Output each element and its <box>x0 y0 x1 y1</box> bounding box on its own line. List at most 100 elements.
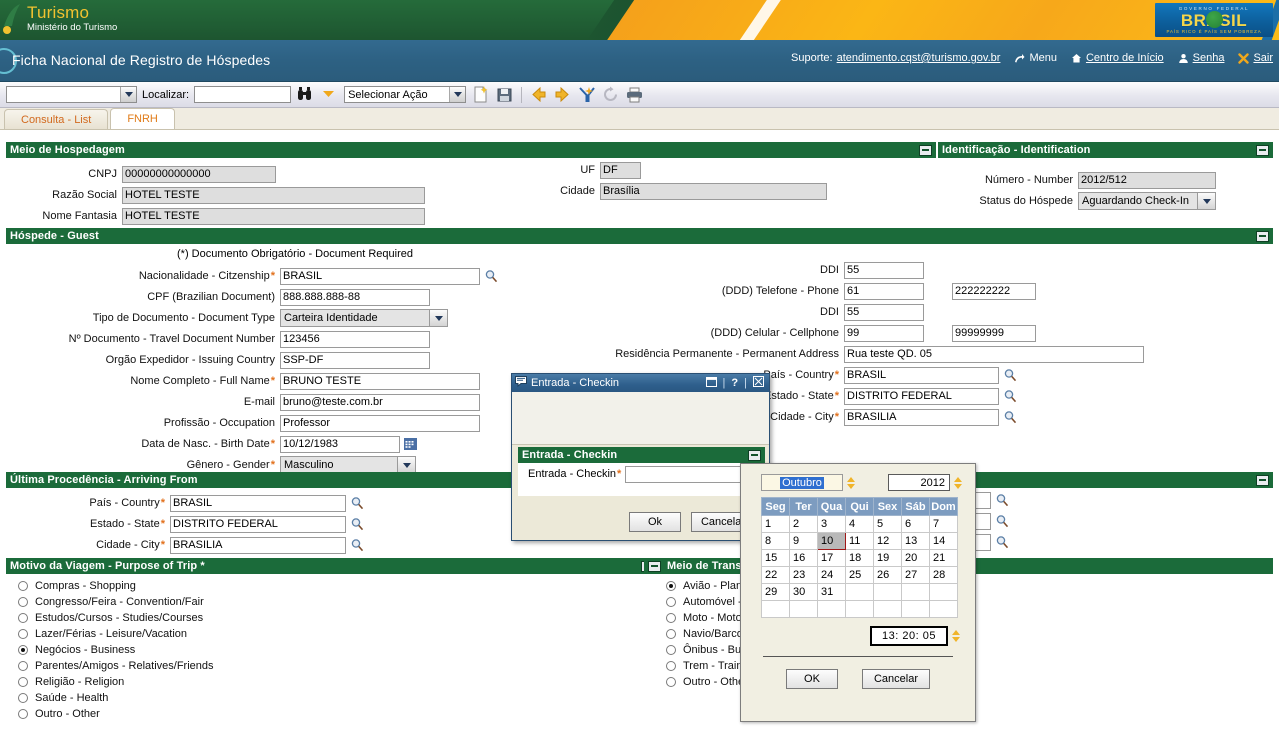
calendar-day-cell[interactable] <box>789 600 818 618</box>
calendar-month-field[interactable]: Outubro <box>761 474 843 491</box>
spinner-down-icon[interactable] <box>847 483 855 489</box>
find-input[interactable] <box>194 86 292 103</box>
input-cidade-arriving[interactable]: BRASILIA <box>170 536 346 554</box>
calendar-day-cell[interactable] <box>929 600 958 618</box>
lookup-search-icon[interactable] <box>995 514 1009 528</box>
spinner-down-icon[interactable] <box>954 483 962 489</box>
input-telefone-number[interactable]: 222222222 <box>952 282 1036 300</box>
select-tipo-documento[interactable]: Carteira Identidade <box>280 309 448 327</box>
calendar-day-cell[interactable]: 4 <box>845 515 874 533</box>
back-arrow-icon[interactable] <box>529 85 548 104</box>
input-nome-fantasia[interactable]: HOTEL TESTE <box>122 207 425 225</box>
calendar-day-cell[interactable] <box>929 583 958 601</box>
close-icon[interactable] <box>751 376 766 390</box>
calendar-day-cell[interactable] <box>761 600 790 618</box>
lookup-search-icon[interactable] <box>1003 389 1017 403</box>
calendar-day-cell[interactable] <box>901 583 930 601</box>
filter-funnel-icon[interactable] <box>577 85 596 104</box>
support-email-link[interactable]: atendimento.cqst@turismo.gov.br <box>837 52 1001 64</box>
input-razao-social[interactable]: HOTEL TESTE <box>122 186 425 204</box>
print-icon[interactable] <box>625 85 644 104</box>
lookup-search-icon[interactable] <box>484 269 498 283</box>
calendar-day-cell[interactable]: 25 <box>845 566 874 584</box>
input-arriving-right-3[interactable] <box>975 533 991 551</box>
radio-purpose-parentes[interactable]: Parentes/Amigos - Relatives/Friends <box>6 658 658 674</box>
input-estado-arriving[interactable]: DISTRITO FEDERAL <box>170 515 346 533</box>
calendar-month-spinner[interactable] <box>847 476 856 489</box>
calendar-day-cell[interactable]: 21 <box>929 549 958 567</box>
lookup-search-icon[interactable] <box>1003 410 1017 424</box>
calendar-day-cell[interactable]: 8 <box>761 532 790 550</box>
save-icon[interactable] <box>495 85 514 104</box>
radio-purpose-congresso[interactable]: Congresso/Feira - Convention/Fair <box>6 594 658 610</box>
tab-consulta-list[interactable]: Consulta - List <box>4 109 109 129</box>
help-icon[interactable]: ? <box>729 377 740 389</box>
input-celular-number[interactable]: 99999999 <box>952 324 1036 342</box>
calendar-day-cell[interactable]: 18 <box>845 549 874 567</box>
lookup-search-icon[interactable] <box>995 535 1009 549</box>
context-select[interactable] <box>6 86 137 103</box>
password-link[interactable]: Senha <box>1178 52 1224 64</box>
calendar-time-spinner[interactable] <box>952 630 961 642</box>
calendar-day-cell[interactable]: 26 <box>873 566 902 584</box>
calendar-day-cell[interactable]: 2 <box>789 515 818 533</box>
calendar-day-cell[interactable] <box>901 600 930 618</box>
radio-purpose-compras[interactable]: Compras - Shopping <box>6 578 658 594</box>
input-nacionalidade[interactable]: BRASIL <box>280 267 480 285</box>
calendar-day-cell[interactable]: 3 <box>817 515 846 533</box>
input-uf[interactable]: DF <box>600 161 641 179</box>
collapse-lodging-button[interactable] <box>919 144 932 156</box>
input-profissao[interactable]: Professor <box>280 414 480 432</box>
calendar-day-cell[interactable] <box>873 600 902 618</box>
calendar-day-cell[interactable]: 16 <box>789 549 818 567</box>
calendar-day-cell[interactable]: 20 <box>901 549 930 567</box>
input-cidade-guest[interactable]: BRASILIA <box>844 408 999 426</box>
calendar-day-cell[interactable]: 27 <box>901 566 930 584</box>
calendar-day-cell[interactable]: 23 <box>789 566 818 584</box>
calendar-ok-button[interactable]: OK <box>786 669 838 689</box>
calendar-day-cell[interactable]: 17 <box>817 549 846 567</box>
calendar-day-cell[interactable] <box>845 600 874 618</box>
calendar-day-cell[interactable]: 11 <box>845 532 874 550</box>
calendar-day-cell[interactable]: 12 <box>873 532 902 550</box>
calendar-day-cell[interactable] <box>817 600 846 618</box>
modal-ok-button[interactable]: Ok <box>629 512 681 532</box>
forward-arrow-icon[interactable] <box>553 85 572 104</box>
calendar-year-field[interactable]: 2012 <box>888 474 950 491</box>
input-orgao-expedidor[interactable]: SSP-DF <box>280 351 430 369</box>
modal-checkin-input[interactable] <box>625 466 746 483</box>
calendar-day-cell[interactable]: 7 <box>929 515 958 533</box>
input-ddi-cell[interactable]: 55 <box>844 303 924 321</box>
calendar-day-cell[interactable]: 5 <box>873 515 902 533</box>
input-estado-guest[interactable]: DISTRITO FEDERAL <box>844 387 999 405</box>
radio-purpose-outro[interactable]: Outro - Other <box>6 706 658 722</box>
input-cpf[interactable]: 888.888.888-88 <box>280 288 430 306</box>
calendar-day-cell[interactable]: 1 <box>761 515 790 533</box>
calendar-day-cell[interactable]: 29 <box>761 583 790 601</box>
collapse-transport-button[interactable] <box>648 560 661 572</box>
logout-link[interactable]: Sair <box>1238 52 1273 64</box>
collapse-arriving-button[interactable] <box>1256 474 1269 486</box>
modal-titlebar[interactable]: Entrada - Checkin | ? | <box>512 374 769 392</box>
menu-link[interactable]: Menu <box>1014 52 1057 64</box>
input-ddi-phone[interactable]: 55 <box>844 261 924 279</box>
input-pais-arriving[interactable]: BRASIL <box>170 494 346 512</box>
input-cidade[interactable]: Brasília <box>600 182 827 200</box>
refresh-icon[interactable] <box>601 85 620 104</box>
select-status[interactable]: Aguardando Check-In <box>1078 192 1216 210</box>
input-pais-guest[interactable]: BRASIL <box>844 366 999 384</box>
calendar-day-cell[interactable]: 19 <box>873 549 902 567</box>
calendar-day-cell[interactable]: 15 <box>761 549 790 567</box>
input-cnpj[interactable]: 00000000000000 <box>122 165 276 183</box>
filter-dropdown-icon[interactable] <box>320 85 339 104</box>
radio-purpose-religiao[interactable]: Religião - Religion <box>6 674 658 690</box>
lookup-search-icon[interactable] <box>995 493 1009 507</box>
calendar-picker-icon[interactable] <box>404 438 417 450</box>
calendar-day-cell[interactable]: 31 <box>817 583 846 601</box>
calendar-day-cell[interactable]: 9 <box>789 532 818 550</box>
input-residencia[interactable]: Rua teste QD. 05 <box>844 345 1144 363</box>
lookup-search-icon[interactable] <box>1003 368 1017 382</box>
radio-purpose-negocios[interactable]: Negócios - Business <box>6 642 658 658</box>
calendar-day-cell[interactable]: 28 <box>929 566 958 584</box>
lookup-search-icon[interactable] <box>350 496 364 510</box>
